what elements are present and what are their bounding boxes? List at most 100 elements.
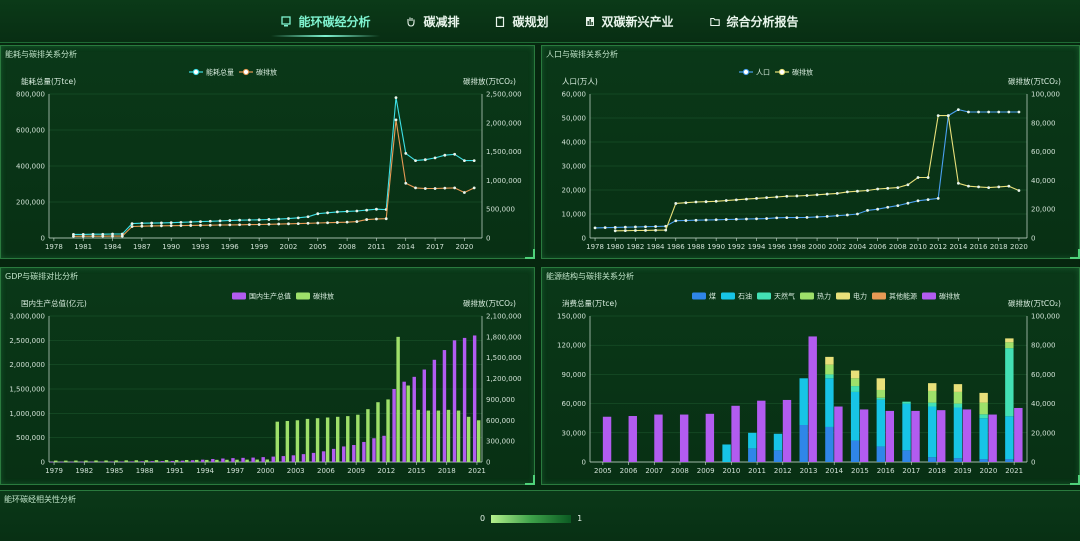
data-point [218,219,222,223]
monitor-icon [281,15,292,26]
tab-dual-carbon-industry[interactable]: 双碳新兴产业 [567,0,692,42]
bar [114,460,118,462]
bar [452,340,457,462]
bar [215,459,219,462]
data-point [734,198,738,202]
y2-tick-label: 60,000 [1031,148,1056,156]
x-tick-label: 1993 [192,243,210,251]
bar [1005,459,1014,462]
data-point [775,216,779,220]
panel-energy-structure-carbon: 能源结构与碳排关系分析 0 30,000 60,000 90,000 120,000 15… [541,267,1080,485]
bar [773,433,783,451]
data-point [463,191,466,194]
data-point [815,193,819,197]
data-point [987,186,991,190]
bar [928,406,937,458]
data-point [815,215,819,219]
data-point [835,214,839,218]
data-point [987,110,991,114]
bar [195,459,199,462]
data-point [886,205,890,209]
data-point [160,224,163,228]
y-tick-label: 600,000 [16,127,45,135]
data-point [866,189,869,192]
x-tick-label: 2010 [722,467,740,475]
data-point [257,223,261,226]
bar [825,374,834,379]
y2-tick-label: 300,000 [486,438,515,446]
y-tick-label: 2,500,000 [9,337,45,345]
chart-icon [585,16,594,26]
x-tick-label: 1999 [250,243,268,251]
y2-tick-label: 500,000 [486,206,515,214]
legend-marker [778,68,786,76]
bar [130,461,134,463]
x-tick-label: 1985 [106,467,124,475]
bar [979,414,988,419]
data-point [316,212,320,216]
bar [850,391,860,441]
visual-map-gradient[interactable] [491,514,572,523]
y-axis-title: 人口(万人) [562,77,598,86]
data-point [684,219,688,222]
corner-decoration [525,475,535,485]
bar [953,384,963,392]
bar [773,450,783,462]
tab-carbon-reduction[interactable]: 碳减排 [388,0,477,42]
data-point [169,221,173,225]
tab-carbon-planning[interactable]: 碳规划 [477,0,566,42]
bar [311,452,316,462]
data-point [345,209,349,213]
data-point [825,192,829,196]
bar [174,460,179,462]
y2-axis-title: 碳排放(万tCO₂) [1008,76,1061,86]
bar [825,426,834,462]
x-tick-label: 2013 [800,467,818,475]
x-tick-label: 2008 [338,243,356,251]
y-tick-label: 20,000 [562,187,587,195]
y-axis-title: 消费总量(万tce) [562,298,617,308]
tab-energy-carbon-analysis[interactable]: 能环碳经分析 [263,0,388,42]
bar [275,421,279,462]
x-tick-label: 2021 [1005,467,1023,475]
legend-label: 碳排放 [256,68,277,77]
x-tick-label: 2020 [980,467,998,475]
folder-icon [709,17,720,26]
x-tick-label: 2017 [902,467,920,475]
visual-map-legend[interactable]: 0 1 [480,514,582,523]
x-tick-label: 1990 [707,243,725,251]
data-point [423,158,427,162]
data-point [694,200,698,204]
bar [953,391,963,404]
bar [1005,348,1014,417]
bar [834,406,843,462]
x-tick-label: 1990 [162,243,180,251]
bar [850,378,860,387]
legend-swatch [800,292,814,300]
y2-tick-label: 600,000 [486,417,515,425]
bar [1014,407,1023,462]
data-point [296,216,300,220]
tab-comprehensive-report[interactable]: 综合分析报告 [692,0,817,42]
x-tick-label: 2002 [280,243,298,251]
data-point [956,108,960,111]
bar [422,369,427,462]
bar [301,454,306,462]
x-tick-label: 2008 [889,243,907,251]
bar [962,409,972,462]
data-point [734,217,738,221]
bar [850,440,860,462]
data-point [228,223,232,227]
x-tick-label: 1986 [667,243,685,251]
x-tick-label: 1979 [45,467,63,475]
bar [321,451,326,462]
bar [850,386,860,392]
data-point [936,197,940,200]
legend-marker [192,68,200,76]
series-line [594,109,1019,229]
bar [170,460,175,462]
x-tick-label: 1978 [45,243,63,251]
y2-tick-label: 1,500,000 [486,354,522,362]
data-point [316,221,320,225]
bar [799,378,808,426]
